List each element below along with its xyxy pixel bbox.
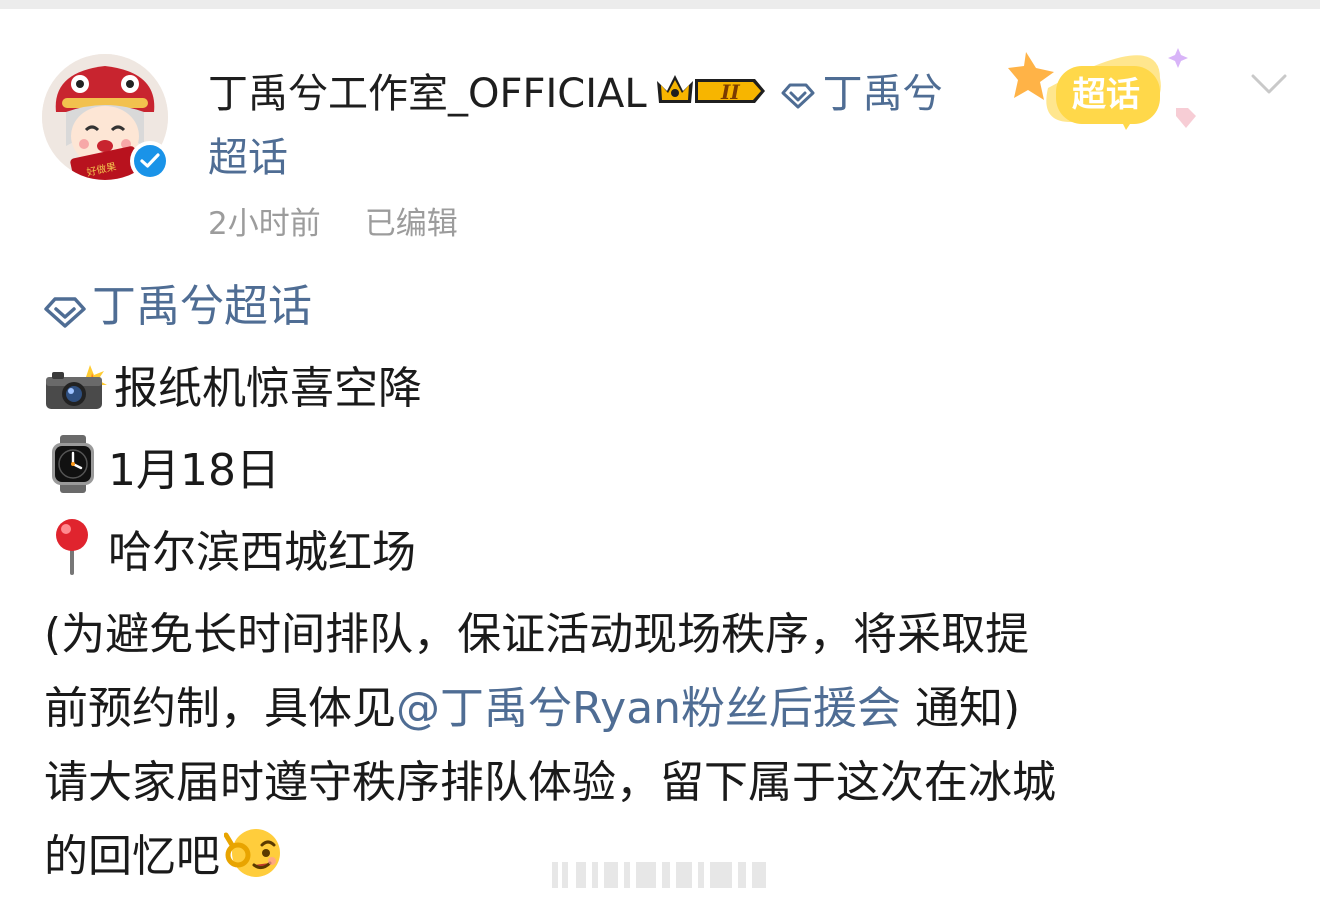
watermark [552, 856, 772, 892]
post-time: 2小时前 [208, 206, 321, 242]
content-line-5-pre: 前预约制，具体见 [44, 683, 396, 734]
content-line-5: 前预约制，具体见@丁禹兮Ryan粉丝后援会 通知) [44, 672, 1294, 746]
chaohua-badge[interactable]: 超话 [1000, 38, 1215, 138]
diamond-topic-icon [44, 278, 86, 352]
edited-label[interactable]: 已编辑 [365, 206, 458, 242]
post-content: 丁禹兮超话 报纸机惊喜空降 1月18日 哈尔滨西城红场 (为避免长时间排队，保证… [44, 270, 1294, 904]
content-line-3: 哈尔滨西城红场 [44, 516, 1294, 598]
content-line-5-post: 通知) [901, 683, 1021, 734]
post-meta: 2小时前 已编辑 [208, 198, 458, 243]
topic-link[interactable]: 丁禹兮超话 [92, 281, 312, 332]
chaohua-badge-label: 超话 [1072, 75, 1140, 115]
top-divider [0, 0, 1320, 9]
camera-flash-icon [44, 360, 108, 434]
content-line-6: 请大家届时遵守秩序排队体验，留下属于这次在冰城 [44, 746, 1294, 820]
crown-level-badge: II [655, 68, 767, 128]
chevron-down-icon[interactable] [1249, 70, 1289, 100]
topic-line[interactable]: 丁禹兮超话 [44, 270, 1294, 352]
pushpin-icon [44, 517, 102, 598]
content-line-7-text: 的回忆吧 [44, 831, 220, 882]
wink-ok-emoji [223, 825, 284, 904]
level-badge-text: II [720, 80, 740, 104]
content-line-3-text: 哈尔滨西城红场 [108, 527, 416, 578]
content-line-1-text: 报纸机惊喜空降 [114, 363, 422, 414]
content-line-6-text: 请大家届时遵守秩序排队体验，留下属于这次在冰城 [44, 757, 1056, 808]
watch-icon [44, 435, 102, 516]
content-line-2: 1月18日 [44, 434, 1294, 516]
check-icon [140, 153, 160, 168]
content-line-1: 报纸机惊喜空降 [44, 352, 1294, 434]
diamond-topic-icon [781, 66, 815, 126]
content-line-4: (为避免长时间排队，保证活动现场秩序，将采取提 [44, 598, 1294, 672]
mention-link[interactable]: @丁禹兮Ryan粉丝后援会 [396, 683, 901, 734]
post-header: 丁禹兮工作室_OFFICIAL II 丁禹兮超话 [208, 64, 948, 188]
content-line-2-text: 1月18日 [108, 445, 280, 496]
content-line-4-text: (为避免长时间排队，保证活动现场秩序，将采取提 [44, 609, 1030, 660]
author-name[interactable]: 丁禹兮工作室_OFFICIAL [208, 71, 647, 117]
verified-badge [130, 141, 170, 181]
